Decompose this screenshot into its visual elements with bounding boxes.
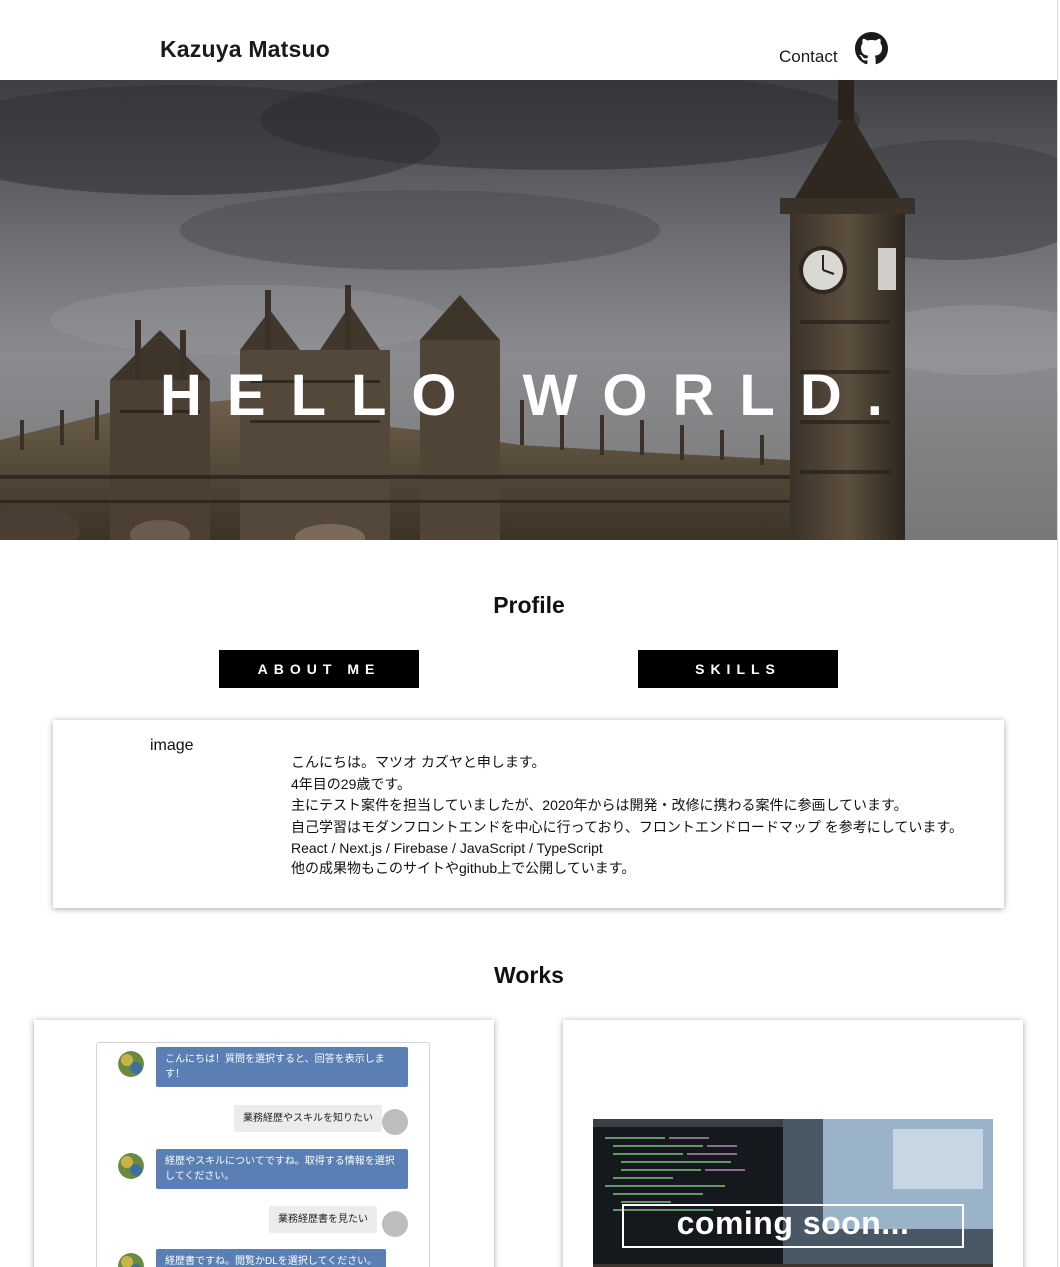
- coming-soon-label: coming soon...: [676, 1205, 910, 1241]
- profile-image-placeholder: image: [150, 737, 194, 754]
- chat-bubble-bot: 経歴書ですね。閲覧かDLを選択してください。: [156, 1249, 386, 1267]
- coming-soon-image: coming soon...: [593, 1119, 993, 1267]
- work-card-chatbot[interactable]: こんにちは！質問を選択すると、回答を表示します！ 業務経歴やスキルを知りたい 経…: [34, 1020, 494, 1267]
- bot-avatar-icon: [118, 1253, 144, 1267]
- chat-bubble-bot: 経歴やスキルについてですね。取得する情報を選択してください。: [156, 1149, 408, 1189]
- work-card-coming-soon[interactable]: coming soon...: [563, 1020, 1023, 1267]
- chatbot-screenshot: こんにちは！質問を選択すると、回答を表示します！ 業務経歴やスキルを知りたい 経…: [96, 1042, 430, 1267]
- hero-background-image: [0, 80, 1058, 540]
- profile-line-greeting: こんにちは。マツオ カズヤと申します。: [291, 754, 546, 770]
- works-section-title: Works: [494, 962, 564, 988]
- profile-line-study: 自己学習はモダンフロントエンドを中心に行っており、フロントエンドロードマップ を…: [291, 818, 963, 835]
- profile-section-title: Profile: [493, 592, 565, 618]
- user-avatar-icon: [382, 1109, 408, 1135]
- github-icon[interactable]: [855, 32, 888, 65]
- page-edge-divider: [1057, 0, 1058, 1267]
- profile-line-tech: React / Next.js / Firebase / JavaScript …: [291, 840, 603, 856]
- user-avatar-icon: [382, 1211, 408, 1237]
- tab-about-me[interactable]: ABOUT ME: [219, 650, 419, 688]
- hero-banner: HELLO WORLD.: [0, 80, 1058, 540]
- chat-bubble-user: 業務経歴やスキルを知りたい: [234, 1105, 382, 1132]
- profile-card: image こんにちは。マツオ カズヤと申します。 4年目の29歳です。 主にテ…: [53, 720, 1004, 908]
- bot-avatar-icon: [118, 1051, 144, 1077]
- nav-contact-link[interactable]: Contact: [779, 47, 838, 67]
- profile-line-career: 主にテスト案件を担当していましたが、2020年からは開発・改修に携わる案件に参画…: [291, 797, 908, 813]
- profile-description: こんにちは。マツオ カズヤと申します。 4年目の29歳です。 主にテスト案件を担…: [291, 752, 963, 878]
- bot-avatar-icon: [118, 1153, 144, 1179]
- chat-bubble-user: 業務経歴書を見たい: [269, 1206, 377, 1233]
- site-brand[interactable]: Kazuya Matsuo: [160, 36, 330, 63]
- profile-line-works: 他の成果物もこのサイトやgithub上で公開しています。: [291, 860, 636, 876]
- site-header: Kazuya Matsuo Contact: [0, 0, 1058, 80]
- profile-line-age: 4年目の29歳です。: [291, 775, 411, 792]
- chat-bubble-bot: こんにちは！質問を選択すると、回答を表示します！: [156, 1047, 408, 1087]
- tab-skills[interactable]: SKILLS: [638, 650, 838, 688]
- hero-title: HELLO WORLD.: [160, 363, 908, 428]
